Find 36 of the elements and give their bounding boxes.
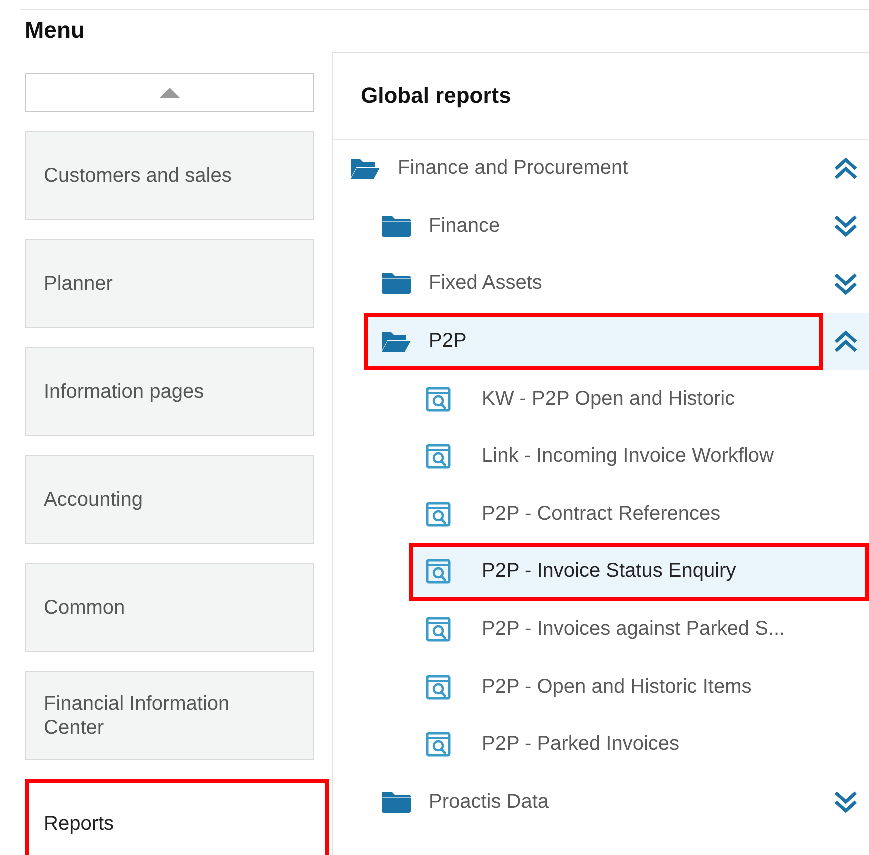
report-icon (426, 559, 451, 584)
menu-item[interactable]: Customers and sales (25, 131, 314, 220)
tree-item[interactable]: Finance and Procurement (333, 140, 823, 198)
report-icon (426, 732, 451, 758)
menu-item[interactable]: Reports (25, 779, 329, 855)
menu-item[interactable]: Information pages (25, 347, 314, 436)
caret-up-icon (160, 86, 180, 98)
double-chevron-up-icon (833, 330, 859, 354)
tree-item[interactable]: KW - P2P Open and Historic (409, 370, 869, 428)
tree-item[interactable]: Finance (364, 198, 823, 256)
report-icon (426, 444, 451, 470)
double-chevron-down-icon (833, 790, 859, 814)
menu-title: Menu (25, 16, 86, 44)
tree-item[interactable]: P2P - Contract References (409, 486, 869, 544)
report-icon (426, 674, 451, 700)
menu-item[interactable]: Common (25, 563, 314, 652)
double-chevron-up-icon (833, 156, 859, 181)
report-icon (426, 502, 451, 527)
tree-item[interactable]: P2P - Open and Historic Items (409, 658, 869, 716)
tree-item[interactable]: P2P - Parked Invoices (409, 716, 869, 774)
tree-item[interactable]: P2P - Invoices against Parked S... (409, 600, 869, 658)
tree-item[interactable]: Proactis Data (364, 774, 823, 832)
folder-icon (381, 790, 412, 814)
tree-item[interactable]: P2P - Invoice Status Enquiry (409, 543, 869, 601)
double-chevron-down-icon (833, 214, 859, 238)
menu-item[interactable]: Financial Information Center (25, 671, 314, 760)
report-icon (426, 386, 451, 412)
folder-icon (381, 272, 412, 296)
tree-item[interactable]: Link - Incoming Invoice Workflow (409, 428, 869, 486)
menu-item[interactable]: Planner (25, 239, 314, 328)
tree-item[interactable]: Fixed Assets (364, 255, 823, 313)
menu-item[interactable]: Accounting (25, 455, 314, 544)
panel-title: Global reports (333, 53, 869, 140)
report-icon (426, 617, 451, 642)
double-chevron-down-icon (833, 272, 859, 296)
folder-icon (381, 214, 412, 238)
